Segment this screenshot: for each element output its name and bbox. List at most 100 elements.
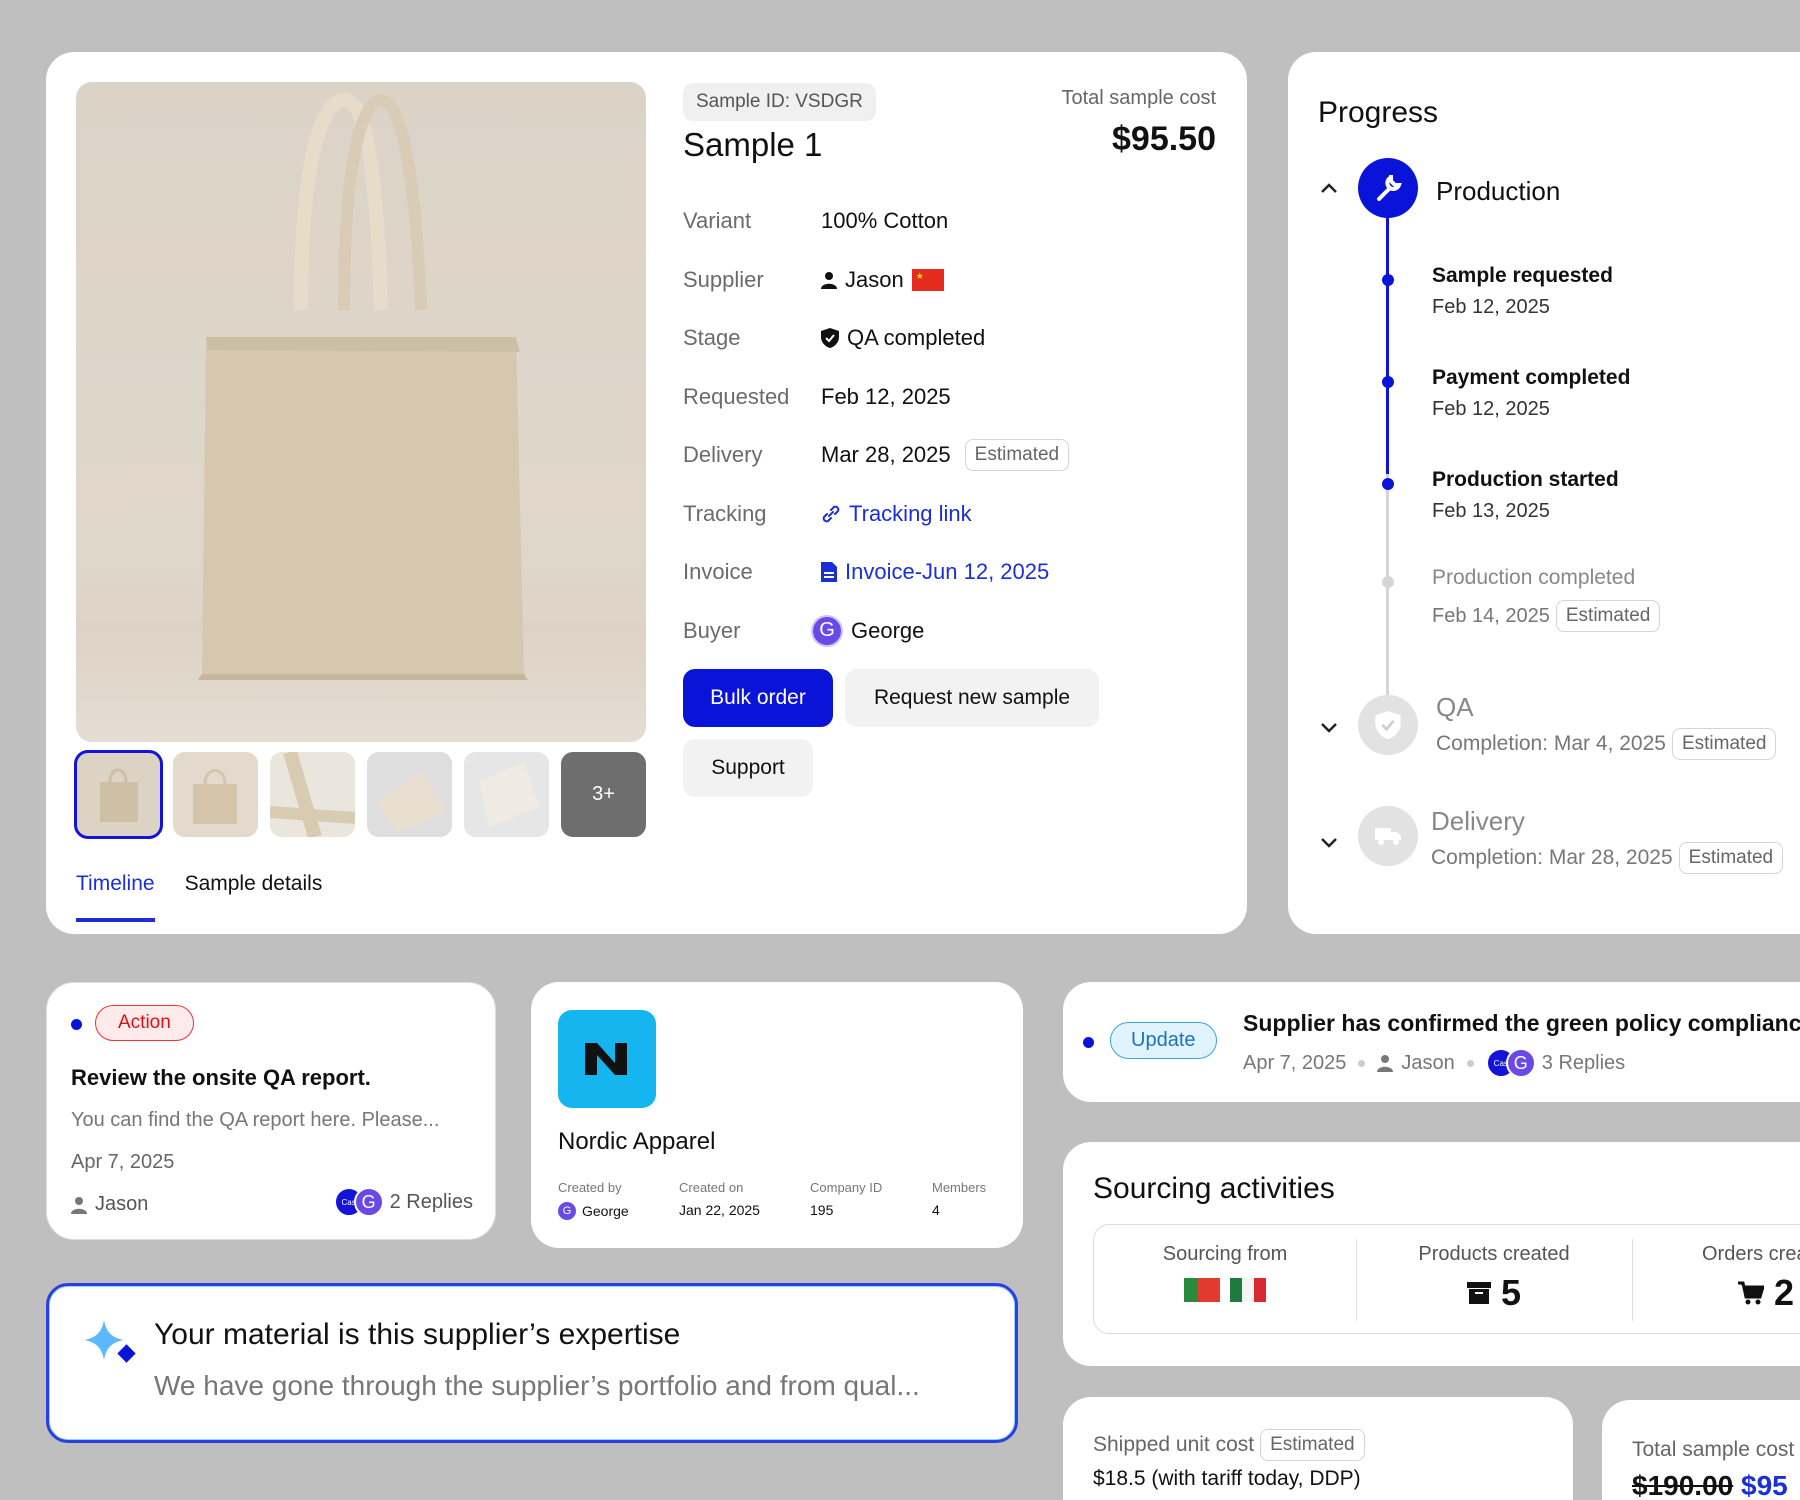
insight-card[interactable]: Your material is this supplier’s experti… (46, 1283, 1018, 1443)
timeline-dot (1382, 478, 1394, 490)
action-author: Jason (71, 1193, 148, 1216)
product-photo[interactable] (76, 82, 646, 742)
row-delivery: Delivery Mar 28, 2025 Estimated (683, 426, 1070, 485)
sourcing-stats: Sourcing from Products created 5 Orders … (1093, 1224, 1800, 1334)
row-supplier: Supplier Jason (683, 251, 1069, 310)
user-icon (1377, 1055, 1394, 1072)
thumbnail[interactable] (270, 752, 355, 837)
action-card[interactable]: Action Review the onsite QA report. You … (46, 982, 496, 1240)
timeline-dot (1382, 576, 1394, 588)
sample-card: 3+ Sample ID: VSDGR Sample 1 Total sampl… (46, 52, 1247, 934)
insight-body: We have gone through the supplier’s port… (154, 1370, 920, 1401)
field-label: Members (932, 1180, 987, 1195)
total-cost-value: $95.50 (1112, 120, 1216, 158)
total-cost-card: Total sample cost $190.00 $95 (1602, 1400, 1800, 1500)
company-name: Nordic Apparel (558, 1128, 716, 1155)
link-icon (822, 505, 840, 523)
sourcing-title: Sourcing activities (1093, 1172, 1335, 1205)
stat-orders-created: Orders crea 2 (1702, 1243, 1800, 1313)
unit-cost-label-row: Shipped unit cost Estimated (1093, 1429, 1365, 1461)
progress-card: Progress Production Sample requested Feb… (1288, 52, 1800, 934)
step-date: Feb 12, 2025 (1432, 296, 1550, 318)
cart-icon (1738, 1281, 1764, 1305)
field-value: G George (558, 1202, 629, 1220)
china-flag-icon (911, 268, 944, 291)
sample-attributes: Variant 100% Cotton Supplier Jason Stage… (683, 192, 1070, 661)
step-title: Sample requested (1432, 264, 1613, 287)
stage-qa-label: QA (1436, 692, 1474, 722)
action-title: Review the onsite QA report. (71, 1065, 371, 1090)
invoice-link[interactable]: Invoice-Jun 12, 2025 (821, 559, 1049, 585)
thumbnail[interactable] (74, 750, 163, 839)
action-body: You can find the QA report here. Please.… (71, 1109, 440, 1131)
thumbnail[interactable] (367, 752, 452, 837)
field-label: Created by (558, 1180, 622, 1195)
update-badge: Update (1110, 1022, 1217, 1059)
step-date: Feb 13, 2025 (1432, 500, 1550, 522)
avatar: G (353, 1187, 384, 1217)
tab-sample-details[interactable]: Sample details (185, 872, 323, 922)
row-buyer: Buyer G George (683, 602, 1069, 661)
total-cost-label: Total sample cost (1632, 1438, 1795, 1461)
chevron-down-icon[interactable] (1320, 717, 1338, 740)
company-card[interactable]: Nordic Apparel Created by G George Creat… (531, 982, 1023, 1248)
unit-cost-value: $18.5 (with tariff today, DDP) (1093, 1467, 1361, 1490)
step-date: Feb 12, 2025 (1432, 398, 1550, 420)
action-replies[interactable]: Cas G 2 Replies (333, 1187, 473, 1217)
shield-check-icon (1358, 695, 1418, 755)
portugal-flag-icon (1184, 1278, 1220, 1302)
row-stage: Stage QA completed (683, 325, 986, 351)
estimated-chip: Estimated (1678, 842, 1784, 874)
wrench-icon (1358, 158, 1418, 218)
thumbnail-strip: 3+ (74, 750, 646, 839)
user-icon (821, 271, 837, 289)
delivery-completion: Completion: Mar 28, 2025 Estimated (1431, 842, 1784, 874)
timeline-line-active (1386, 218, 1389, 474)
user-icon (71, 1196, 87, 1214)
total-cost-label: Total sample cost (1061, 87, 1216, 109)
avatar: G (558, 1202, 576, 1220)
unit-cost-card: Shipped unit cost Estimated $18.5 (with … (1063, 1397, 1573, 1500)
company-logo (558, 1010, 656, 1108)
row-invoice: Invoice Invoice-Jun 12, 2025 (683, 559, 1050, 585)
stat-sourcing-from: Sourcing from (1094, 1225, 1356, 1335)
stat-products-created: Products created 5 (1418, 1243, 1570, 1313)
avatar: G (811, 614, 843, 647)
sample-tabs: Timeline Sample details (76, 872, 322, 922)
chevron-up-icon[interactable] (1320, 177, 1338, 200)
field-value: 4 (932, 1202, 940, 1218)
estimated-chip: Estimated (1555, 600, 1661, 632)
chevron-down-icon[interactable] (1320, 832, 1338, 855)
request-new-sample-button[interactable]: Request new sample (845, 669, 1099, 727)
bulk-order-button[interactable]: Bulk order (683, 669, 833, 727)
support-button[interactable]: Support (683, 739, 813, 797)
unread-dot (1083, 1037, 1094, 1048)
thumbnail[interactable] (464, 752, 549, 837)
timeline-dot (1382, 376, 1394, 388)
tab-timeline[interactable]: Timeline (76, 872, 155, 922)
field-label: Created on (679, 1180, 744, 1195)
estimated-chip: Estimated (1671, 728, 1777, 760)
tracking-link[interactable]: Tracking link (821, 501, 972, 527)
update-title: Supplier has confirmed the green policy … (1243, 1010, 1800, 1036)
update-meta: Apr 7, 2025 Jason Cas G 3 Replies (1243, 1048, 1625, 1078)
step-title: Production started (1432, 468, 1619, 491)
action-badge: Action (95, 1005, 194, 1041)
document-icon (821, 562, 837, 583)
mexico-flag-icon (1230, 1278, 1266, 1302)
thumbnail[interactable] (173, 752, 258, 837)
step-title: Payment completed (1432, 366, 1631, 389)
more-thumbnails[interactable]: 3+ (561, 752, 646, 837)
avatar: G (1505, 1048, 1536, 1078)
shield-check-icon (821, 328, 839, 349)
estimated-chip: Estimated (964, 439, 1070, 472)
update-replies[interactable]: 3 Replies (1542, 1052, 1625, 1075)
field-value: 195 (810, 1202, 834, 1218)
step-date: Feb 14, 2025 Estimated (1432, 600, 1661, 632)
update-card[interactable]: Update Supplier has confirmed the green … (1063, 982, 1800, 1102)
qa-completion: Completion: Mar 4, 2025 Estimated (1436, 728, 1777, 760)
reply-avatars: Cas G (1485, 1048, 1536, 1078)
step-title: Production completed (1432, 566, 1636, 589)
field-label: Company ID (810, 1180, 883, 1195)
row-requested: Requested Feb 12, 2025 (683, 383, 951, 409)
